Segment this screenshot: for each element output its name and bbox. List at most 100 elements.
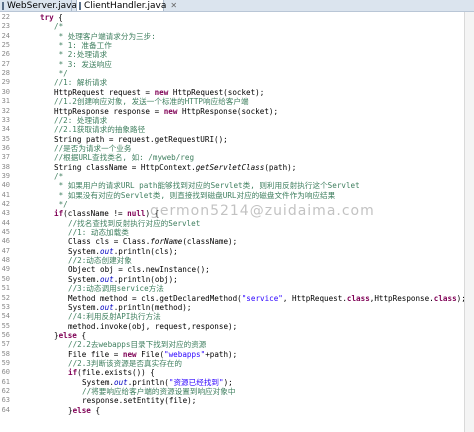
code-text: * 如果用户的请求URL path能够找到对应的Servlet类, 则利用反射执… [54,181,360,190]
code-line: 22 try { [0,13,464,22]
code-text: method.invoke(obj, request,response); [68,322,237,331]
tab-webserver-java[interactable]: WebServer.java [0,0,77,11]
comment-token: * 如果没有对应的Servlet类, 则直接找到磁盘URL对应的磁盘文件作为响应… [54,190,336,200]
comment-token: /* [54,171,64,181]
code-text: System.out.println(cls); [68,247,178,256]
code-token: ); [223,377,233,387]
code-text: HttpRequest request = new HttpRequest(so… [54,88,264,97]
line-number: 40 [1,181,10,190]
line-number: 50 [1,274,10,283]
code-text: /* [54,172,63,181]
code-line: 30 HttpRequest request = new HttpRequest(… [0,88,464,97]
code-line: 48 //2:动态创建对象 [0,256,464,265]
code-text: System.out.println(method); [68,303,191,312]
keyword-token: try [40,13,54,22]
code-text: }else { [68,406,100,415]
code-token: String className = HttpContext. [54,162,196,172]
code-token: ); [456,293,464,303]
field-token: out [100,274,114,284]
code-token: .println(obj); [113,274,178,284]
line-number: 51 [1,284,10,293]
keyword-token: class [346,293,370,303]
code-line: 62 //将要响应给客户端的资源设置到响应对象中 [0,387,464,396]
line-number: 31 [1,97,10,106]
code-line: 51 //3:动态调用service方法 [0,284,464,293]
code-token: File file = [68,349,123,359]
line-number: 35 [1,134,10,143]
code-text: //1.2创建响应对象, 发送一个标准的HTTP响应给客户端 [54,97,249,106]
code-line: 50 System.out.println(obj); [0,275,464,284]
code-token: { [76,330,87,340]
comment-token: */ [54,200,68,209]
code-text: HttpResponse response = new HttpResponse… [54,107,278,116]
code-token: response.setEntity(file); [82,396,197,406]
keyword-token: null [127,209,146,219]
line-number: 64 [1,405,10,414]
tab-clienthandler-java[interactable]: ClientHandler.java ✕ [76,0,177,11]
field-token: out [114,377,128,387]
code-text: //根据URL查找类名, 如: /myweb/reg [54,153,194,162]
code-line: 25 * 1: 准备工作 [0,41,464,50]
code-token: HttpRequest(socket); [168,87,265,97]
code-line: 36 //是否为请求一个业务 [0,144,464,153]
line-number: 46 [1,237,10,246]
code-text: //找名查找到反射执行对应的Servlet [68,219,200,228]
line-number: 23 [1,22,10,31]
code-token: System. [68,246,101,256]
line-number: 28 [1,69,10,78]
line-number: 30 [1,87,10,96]
line-number: 43 [1,209,10,218]
code-text: * 1: 准备工作 [54,41,112,50]
code-token: (className); [182,237,238,247]
code-text: //4:利用反射API执行方法 [68,312,161,321]
string-token: "webapps" [164,349,206,359]
comment-token: //根据URL查找类名, 如: /myweb/reg [54,153,195,163]
code-text: //2:动态创建对象 [68,256,132,265]
code-token: HttpResponse(socket); [177,106,279,116]
code-token: Method method = cls.getDeclaredMethod( [68,293,242,303]
code-text: //2: 处理请求 [54,116,107,125]
comment-token: //2: 处理请求 [54,115,108,125]
comment-token: //是否为请求一个业务 [54,143,132,153]
line-number: 34 [1,125,10,134]
code-line: 37 //根据URL查找类名, 如: /myweb/reg [0,153,464,162]
comment-token: //4:利用反射API执行方法 [68,312,161,322]
code-token: HttpResponse response = [54,106,164,116]
close-icon[interactable]: ✕ [170,1,177,10]
line-number: 60 [1,368,10,377]
code-line: 33 //2: 处理请求 [0,116,464,125]
line-number: 55 [1,321,10,330]
code-line: 39 /* [0,172,464,181]
comment-token: //2:动态创建对象 [68,256,132,266]
code-line: 45 //1: 动态加载类 [0,228,464,237]
comment-token: //1.2创建响应对象, 发送一个标准的HTTP响应给客户端 [54,97,249,107]
tab-label: WebServer.java [7,0,78,11]
code-editor[interactable]: 22 try {23/* 24 * 处理客户端请求分为三步: 25 * 1: 准备工作… [0,12,464,432]
code-token: System. [68,302,101,312]
line-number: 47 [1,246,10,255]
line-number: 49 [1,265,10,274]
overview-ruler[interactable] [464,12,474,432]
code-line: 32 HttpResponse response = new HttpRespon… [0,107,464,116]
code-line: 46 Class cls = Class.forName(className); [0,237,464,246]
code-token: HttpRequest request = [54,87,155,97]
code-text: //2.3判断该资源是否真实存在的 [68,359,182,368]
code-line: 26 * 2:处理请求 [0,50,464,59]
comment-token: //2.3判断该资源是否真实存在的 [68,358,182,368]
comment-token: * 处理客户端请求分为三步: [54,31,156,41]
code-line: 28 */ [0,69,464,78]
code-text: if(file.exists()) { [68,368,155,377]
comment-token: //2.2去webapps目录下找到对应的资源 [68,340,207,350]
line-number: 48 [1,256,10,265]
code-line: 49 Object obj = cls.newInstance(); [0,265,464,274]
java-file-icon [2,1,4,10]
comment-token: //2.1获取请求的抽象路径 [54,125,146,135]
line-number: 58 [1,349,10,358]
code-text: }else { [54,331,86,340]
comment-token: //将要响应给客户端的资源设置到响应对象中 [82,387,236,396]
code-token: System. [68,274,101,284]
code-text: System.out.println("资源已经找到"); [82,378,233,387]
code-line: 47 System.out.println(cls); [0,247,464,256]
line-number: 54 [1,312,10,321]
code-text: Class cls = Class.forName(className); [68,237,237,246]
